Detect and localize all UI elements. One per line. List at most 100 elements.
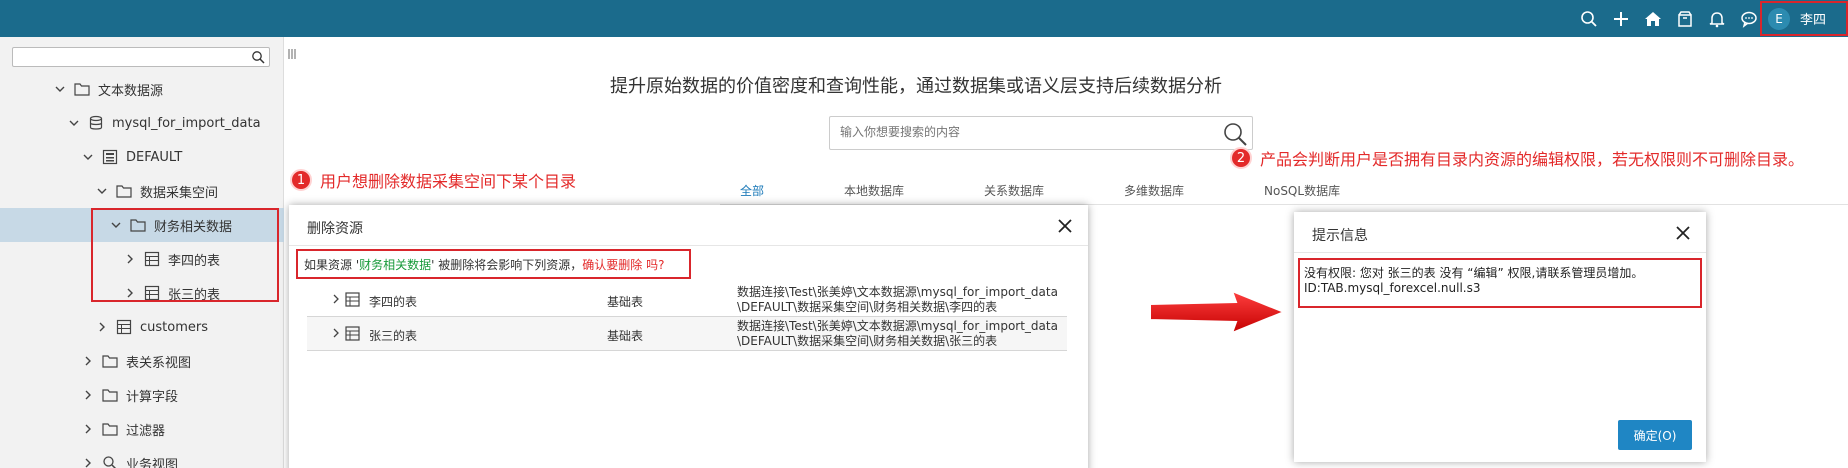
close-icon[interactable] [1674,224,1692,242]
panel-splitter-handle[interactable] [288,48,296,60]
avatar: E [1768,7,1790,30]
plus-icon[interactable] [1612,10,1630,28]
resource-type: 基础表 [607,295,644,309]
affected-resource-row[interactable]: 张三的表 基础表 数据连接\Test\张美婷\文本数据源\mysql_for_i… [307,317,1067,351]
resource-name: 张三的表 [369,329,418,343]
tab-nosql-db[interactable]: NoSQL数据库 [1264,182,1340,199]
chat-icon[interactable] [1740,10,1758,28]
sidebar-tree-item[interactable]: mysql_for_import_data [0,106,284,140]
resource-path: 数据连接\Test\张美婷\文本数据源\mysql_for_import_dat… [737,319,1058,349]
resource-path-line: 数据连接\Test\张美婷\文本数据源\mysql_for_import_dat… [737,319,1058,333]
folder-icon [102,421,118,437]
search-icon [102,455,118,468]
sidebar-tree-item[interactable]: 文本数据源 [0,72,284,106]
sidebar-item-label: 表关系视图 [126,355,192,371]
tab-multidim-db[interactable]: 多维数据库 [1124,182,1184,199]
chevron-down-icon[interactable] [68,117,80,129]
resource-path-line: \DEFAULT\数据采集空间\财务相关数据\张三的表 [737,334,998,348]
error-id: ID:TAB.mysql_forexcel.null.s3 [1304,281,1481,295]
annotation-badge-1: 1 [290,169,312,191]
schema-icon [102,149,118,165]
chevron-down-icon[interactable] [96,185,108,197]
close-icon[interactable] [1056,217,1074,235]
top-header-bar: E 李四 [0,0,1848,37]
chevron-down-icon[interactable] [82,151,94,163]
resource-path: 数据连接\Test\张美婷\文本数据源\mysql_for_import_dat… [737,285,1058,315]
folder-icon [102,353,118,369]
sidebar-item-label: 数据采集空间 [140,185,219,201]
chevron-right-icon[interactable] [82,355,94,367]
dialog-header-divider [289,245,1088,246]
page-title: 提升原始数据的价值密度和查询性能，通过数据集或语义层支持后续数据分析 [610,76,1222,97]
annotation-badge-2: 2 [1230,147,1252,169]
error-line: 没有权限: 您对 张三的表 没有 “编辑” 权限,请联系管理员增加。 [1304,266,1644,280]
delete-confirm-message: 如果资源 ' 财务相关数据 ' 被删除将会影响下列资源， 确认要删除 吗? [296,249,691,279]
sidebar-tree-item[interactable]: 计算字段 [0,378,284,412]
resource-type: 基础表 [607,329,644,343]
msg-middle: ' 被删除将会影响下列资源， [431,257,583,272]
chevron-right-icon[interactable] [82,423,94,435]
annotation-text-2: 产品会判断用户是否拥有目录内资源的编辑权限，若无权限则不可删除目录。 [1260,150,1805,169]
search-icon[interactable] [251,50,265,64]
sidebar-tree-item[interactable]: customers [0,310,284,344]
chevron-down-icon[interactable] [54,83,66,95]
dialog-header-divider [1294,252,1706,253]
home-icon[interactable] [1644,10,1662,28]
sidebar-tree-item[interactable]: 业务视图 [0,446,284,468]
database-icon [88,115,104,131]
affected-resource-row[interactable]: 李四的表 基础表 数据连接\Test\张美婷\文本数据源\mysql_for_i… [307,283,1067,317]
sidebar-item-label: customers [140,319,208,335]
main-search-box[interactable] [829,116,1253,150]
table-icon [345,292,360,307]
user-name: 李四 [1800,13,1827,28]
annotation-1: 1 用户想删除数据采集空间下某个目录 [290,168,576,192]
msg-confirm: 确认要删除 吗? [582,257,665,272]
msg-resource-name: 财务相关数据 [359,257,432,272]
permission-error-message: 没有权限: 您对 张三的表 没有 “编辑” 权限,请联系管理员增加。 ID:TA… [1298,258,1702,308]
annotation-highlight-folder [91,208,279,302]
resource-path-line: 数据连接\Test\张美婷\文本数据源\mysql_for_import_dat… [737,285,1058,299]
sidebar-item-label: mysql_for_import_data [112,115,261,131]
ok-button[interactable]: 确定(O) [1618,420,1692,450]
search-icon[interactable] [1222,121,1248,147]
sidebar-item-label: 过滤器 [126,423,166,439]
table-icon [116,319,132,335]
tab-relational-db[interactable]: 关系数据库 [984,182,1044,199]
user-menu[interactable]: E 李四 [1760,1,1848,36]
main-search-input[interactable] [840,117,1210,147]
chevron-right-icon[interactable] [82,389,94,401]
dialog-title: 提示信息 [1312,228,1368,244]
dialog-title: 删除资源 [307,221,363,237]
chevron-right-icon[interactable] [82,457,94,468]
bell-icon[interactable] [1708,10,1726,28]
folder-icon [74,81,90,97]
close-button[interactable] [1674,224,1692,242]
header-toolbar [1580,0,1758,37]
sidebar-tree-item[interactable]: 表关系视图 [0,344,284,378]
close-button[interactable] [1056,217,1074,235]
annotation-2: 2 产品会判断用户是否拥有目录内资源的编辑权限，若无权限则不可删除目录。 [1230,146,1804,170]
sidebar-tree-item[interactable]: 数据采集空间 [0,174,284,208]
resource-name: 李四的表 [369,295,418,309]
delete-resource-dialog: 删除资源 如果资源 ' 财务相关数据 ' 被删除将会影响下列资源， 确认要删除 吗? … [289,205,1088,468]
sidebar-item-label: 文本数据源 [98,83,164,99]
msg-prefix: 如果资源 ' [304,257,360,272]
annotation-arrow-icon [1149,290,1286,334]
tab-all[interactable]: 全部 [740,182,764,199]
sidebar-item-label: 业务视图 [126,457,179,468]
package-icon[interactable] [1676,10,1694,28]
chevron-right-icon[interactable] [331,294,341,304]
sidebar-item-label: DEFAULT [126,149,183,165]
sidebar-tree-item[interactable]: DEFAULT [0,140,284,174]
resource-path-line: \DEFAULT\数据采集空间\财务相关数据\李四的表 [737,300,998,314]
chevron-right-icon[interactable] [331,328,341,338]
sidebar-item-label: 计算字段 [126,389,179,405]
tab-local-db[interactable]: 本地数据库 [844,182,904,199]
folder-icon [116,183,132,199]
sidebar-tree-item[interactable]: 过滤器 [0,412,284,446]
chevron-right-icon[interactable] [96,321,108,333]
search-icon[interactable] [1580,10,1598,28]
sidebar-search-input[interactable] [12,47,270,67]
info-dialog: 提示信息 没有权限: 您对 张三的表 没有 “编辑” 权限,请联系管理员增加。 … [1294,212,1706,462]
table-icon [345,326,360,341]
